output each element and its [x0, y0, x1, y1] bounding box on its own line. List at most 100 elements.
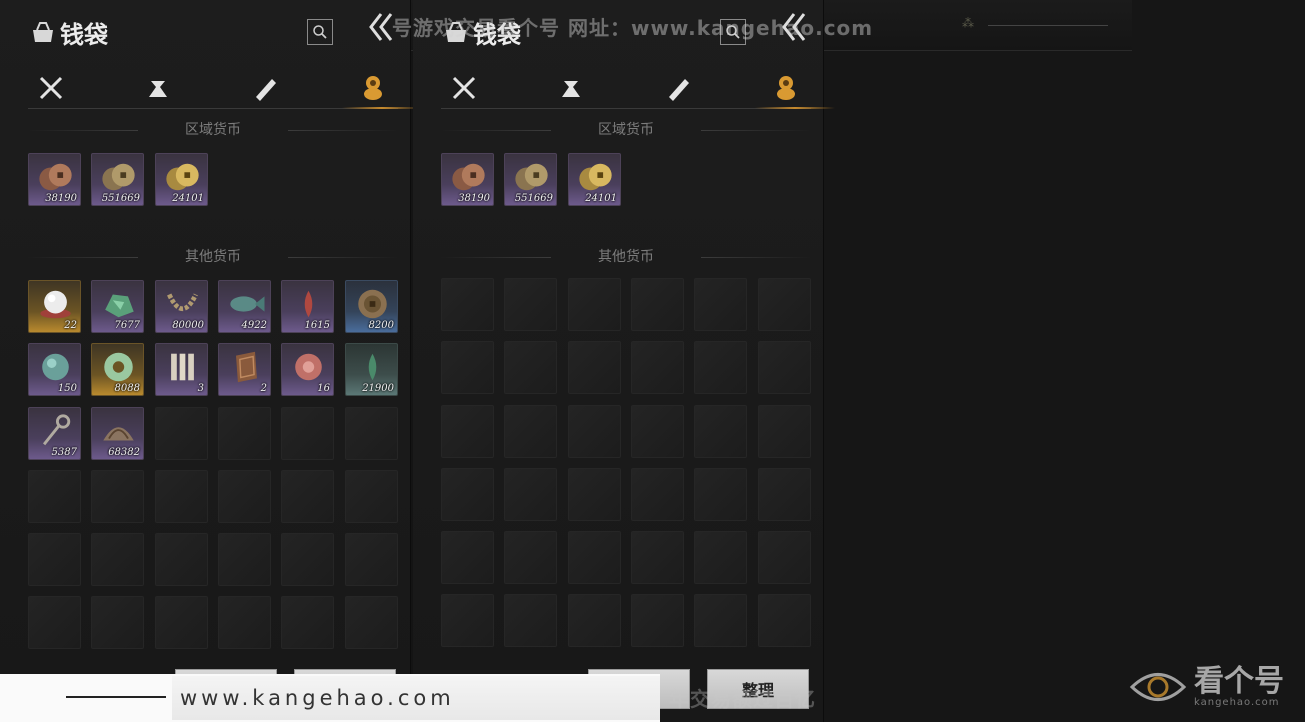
currency-slot[interactable]: 150: [28, 343, 81, 396]
currency-slot[interactable]: 24101: [155, 153, 208, 206]
empty-slot[interactable]: [91, 596, 144, 649]
empty-slot[interactable]: [91, 533, 144, 586]
empty-slot[interactable]: [758, 468, 811, 521]
empty-slot[interactable]: [28, 533, 81, 586]
empty-slot[interactable]: [218, 407, 271, 460]
empty-slot[interactable]: [568, 531, 621, 584]
empty-slot[interactable]: [441, 468, 494, 521]
empty-slot[interactable]: [631, 468, 684, 521]
currency-slot[interactable]: 38190: [441, 153, 494, 206]
watermark-top: 号游戏交易看个号 网址：www.kangehao.com: [392, 16, 874, 40]
empty-slot[interactable]: [441, 278, 494, 331]
empty-slot[interactable]: [441, 405, 494, 458]
empty-slot[interactable]: [504, 531, 557, 584]
empty-slot[interactable]: [694, 405, 747, 458]
empty-slot[interactable]: [631, 278, 684, 331]
empty-slot[interactable]: [345, 407, 398, 460]
empty-slot[interactable]: [694, 468, 747, 521]
empty-slot[interactable]: [155, 596, 208, 649]
empty-slot[interactable]: [504, 468, 557, 521]
item-count: 68382: [108, 447, 140, 458]
tab-currency[interactable]: [342, 68, 422, 109]
empty-slot[interactable]: [441, 594, 494, 647]
empty-slot[interactable]: [694, 341, 747, 394]
empty-slot[interactable]: [694, 594, 747, 647]
item-count: 2: [260, 383, 267, 394]
coin-stack-icon: [364, 76, 382, 100]
top-bar-ornament: ⁂: [962, 16, 1122, 36]
empty-slot[interactable]: [218, 533, 271, 586]
empty-slot[interactable]: [155, 407, 208, 460]
currency-slot[interactable]: 551669: [91, 153, 144, 206]
item-count: 8088: [114, 383, 140, 394]
item-count: 551669: [514, 193, 553, 204]
empty-slot[interactable]: [218, 596, 271, 649]
empty-slot[interactable]: [504, 278, 557, 331]
empty-slot[interactable]: [631, 531, 684, 584]
currency-slot[interactable]: 68382: [91, 407, 144, 460]
empty-slot[interactable]: [568, 594, 621, 647]
empty-slot[interactable]: [28, 470, 81, 523]
item-count: 5387: [51, 447, 77, 458]
empty-slot[interactable]: [568, 278, 621, 331]
empty-slot[interactable]: [28, 596, 81, 649]
empty-slot[interactable]: [631, 341, 684, 394]
item-count: 7677: [114, 320, 140, 331]
currency-slot[interactable]: 38190: [28, 153, 81, 206]
empty-slot[interactable]: [345, 533, 398, 586]
empty-slot[interactable]: [155, 533, 208, 586]
empty-slot[interactable]: [155, 470, 208, 523]
empty-slot[interactable]: [631, 405, 684, 458]
empty-slot[interactable]: [758, 594, 811, 647]
currency-slot[interactable]: 8200: [345, 280, 398, 333]
currency-slot[interactable]: 80000: [155, 280, 208, 333]
currency-slot[interactable]: 24101: [568, 153, 621, 206]
currency-slot[interactable]: 7677: [91, 280, 144, 333]
empty-slot[interactable]: [694, 278, 747, 331]
tab-currency[interactable]: [755, 68, 835, 109]
currency-slot[interactable]: 8088: [91, 343, 144, 396]
empty-slot[interactable]: [91, 470, 144, 523]
empty-slot[interactable]: [281, 470, 334, 523]
bronze-coins-icon: [102, 163, 135, 191]
currency-slot[interactable]: 22: [28, 280, 81, 333]
empty-slot[interactable]: [281, 596, 334, 649]
empty-slot[interactable]: [568, 341, 621, 394]
tab-items[interactable]: [135, 68, 181, 108]
currency-slot[interactable]: 3: [155, 343, 208, 396]
tab-weapons[interactable]: [441, 68, 487, 108]
empty-slot[interactable]: [758, 341, 811, 394]
empty-slot[interactable]: [281, 407, 334, 460]
empty-slot[interactable]: [504, 341, 557, 394]
empty-slot[interactable]: [568, 468, 621, 521]
currency-slot[interactable]: 551669: [504, 153, 557, 206]
empty-slot[interactable]: [758, 278, 811, 331]
empty-slot[interactable]: [504, 405, 557, 458]
empty-slot[interactable]: [758, 405, 811, 458]
search-button[interactable]: [307, 19, 333, 45]
bronze-coins-icon: [515, 163, 548, 191]
empty-slot[interactable]: [758, 531, 811, 584]
currency-slot[interactable]: 16: [281, 343, 334, 396]
tab-weapons[interactable]: [28, 68, 74, 108]
empty-slot[interactable]: [281, 533, 334, 586]
empty-slot[interactable]: [504, 594, 557, 647]
empty-slot[interactable]: [218, 470, 271, 523]
empty-slot[interactable]: [345, 470, 398, 523]
empty-slot[interactable]: [631, 594, 684, 647]
empty-slot[interactable]: [694, 531, 747, 584]
empty-slot[interactable]: [345, 596, 398, 649]
currency-slot[interactable]: 21900: [345, 343, 398, 396]
currency-slot[interactable]: 4922: [218, 280, 271, 333]
empty-slot[interactable]: [441, 341, 494, 394]
tab-items[interactable]: [548, 68, 594, 108]
tab-scrolls[interactable]: [655, 68, 701, 108]
currency-slot[interactable]: 2: [218, 343, 271, 396]
empty-slot[interactable]: [568, 405, 621, 458]
currency-slot[interactable]: 5387: [28, 407, 81, 460]
item-count: 38190: [45, 193, 77, 204]
tab-scrolls[interactable]: [242, 68, 288, 108]
currency-slot[interactable]: 1615: [281, 280, 334, 333]
wallet-panel-left: 钱袋 区域货币 38190 551669 24101 其他货币 22 7677 …: [0, 0, 422, 722]
empty-slot[interactable]: [441, 531, 494, 584]
